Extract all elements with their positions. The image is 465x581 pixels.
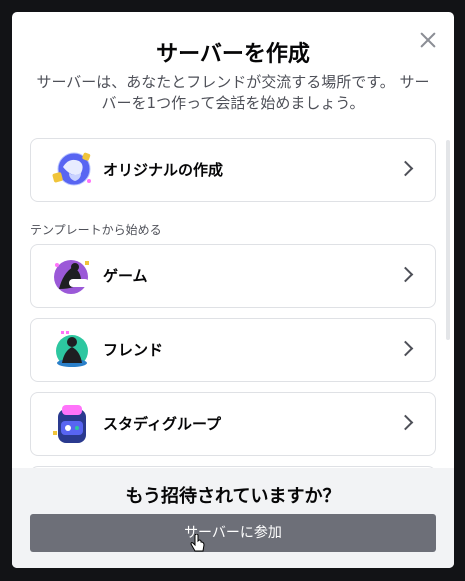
scrollbar[interactable] (446, 140, 450, 340)
template-study-group-label: スタディグループ (103, 415, 222, 433)
gaming-template-icon (54, 260, 89, 294)
chevron-right-icon (397, 266, 414, 283)
modal-footer: もう招待されていますか？ サーバーに参加 (12, 468, 454, 568)
create-my-own-button[interactable]: オリジナルの作成 (30, 138, 436, 202)
templates-heading: テンプレートから始める (30, 223, 162, 237)
study-group-template-icon (53, 405, 86, 443)
join-server-label: サーバーに参加 (184, 525, 282, 541)
friends-template-icon (56, 331, 88, 367)
create-server-modal: サーバーを作成 サーバーは、あなたとフレンドが交流する場所です。 サーバーを1つ… (12, 12, 454, 568)
template-friends-label: フレンド (103, 341, 164, 359)
modal-title: サーバーを作成 (156, 42, 310, 67)
template-gaming-label: ゲーム (103, 267, 148, 285)
template-study-group-button[interactable]: スタディグループ (30, 392, 436, 456)
template-gaming-button[interactable]: ゲーム (30, 244, 436, 308)
chevron-right-icon (397, 340, 414, 357)
chevron-right-icon (397, 160, 414, 177)
chevron-right-icon (397, 414, 414, 431)
options-list: オリジナルの作成 テンプレートから始める ゲーム フレンド スタディグループ (30, 138, 436, 468)
hand-cursor-icon (190, 534, 205, 552)
template-friends-button[interactable]: フレンド (30, 318, 436, 382)
modal-subtitle: サーバーは、あなたとフレンドが交流する場所です。 サーバーを1つ作って会話を始め… (36, 73, 430, 112)
already-invited-heading: もう招待されていますか？ (125, 486, 341, 507)
globe-creation-icon (52, 152, 91, 186)
join-server-button[interactable]: サーバーに参加 (30, 514, 436, 552)
create-my-own-label: オリジナルの作成 (103, 161, 224, 179)
